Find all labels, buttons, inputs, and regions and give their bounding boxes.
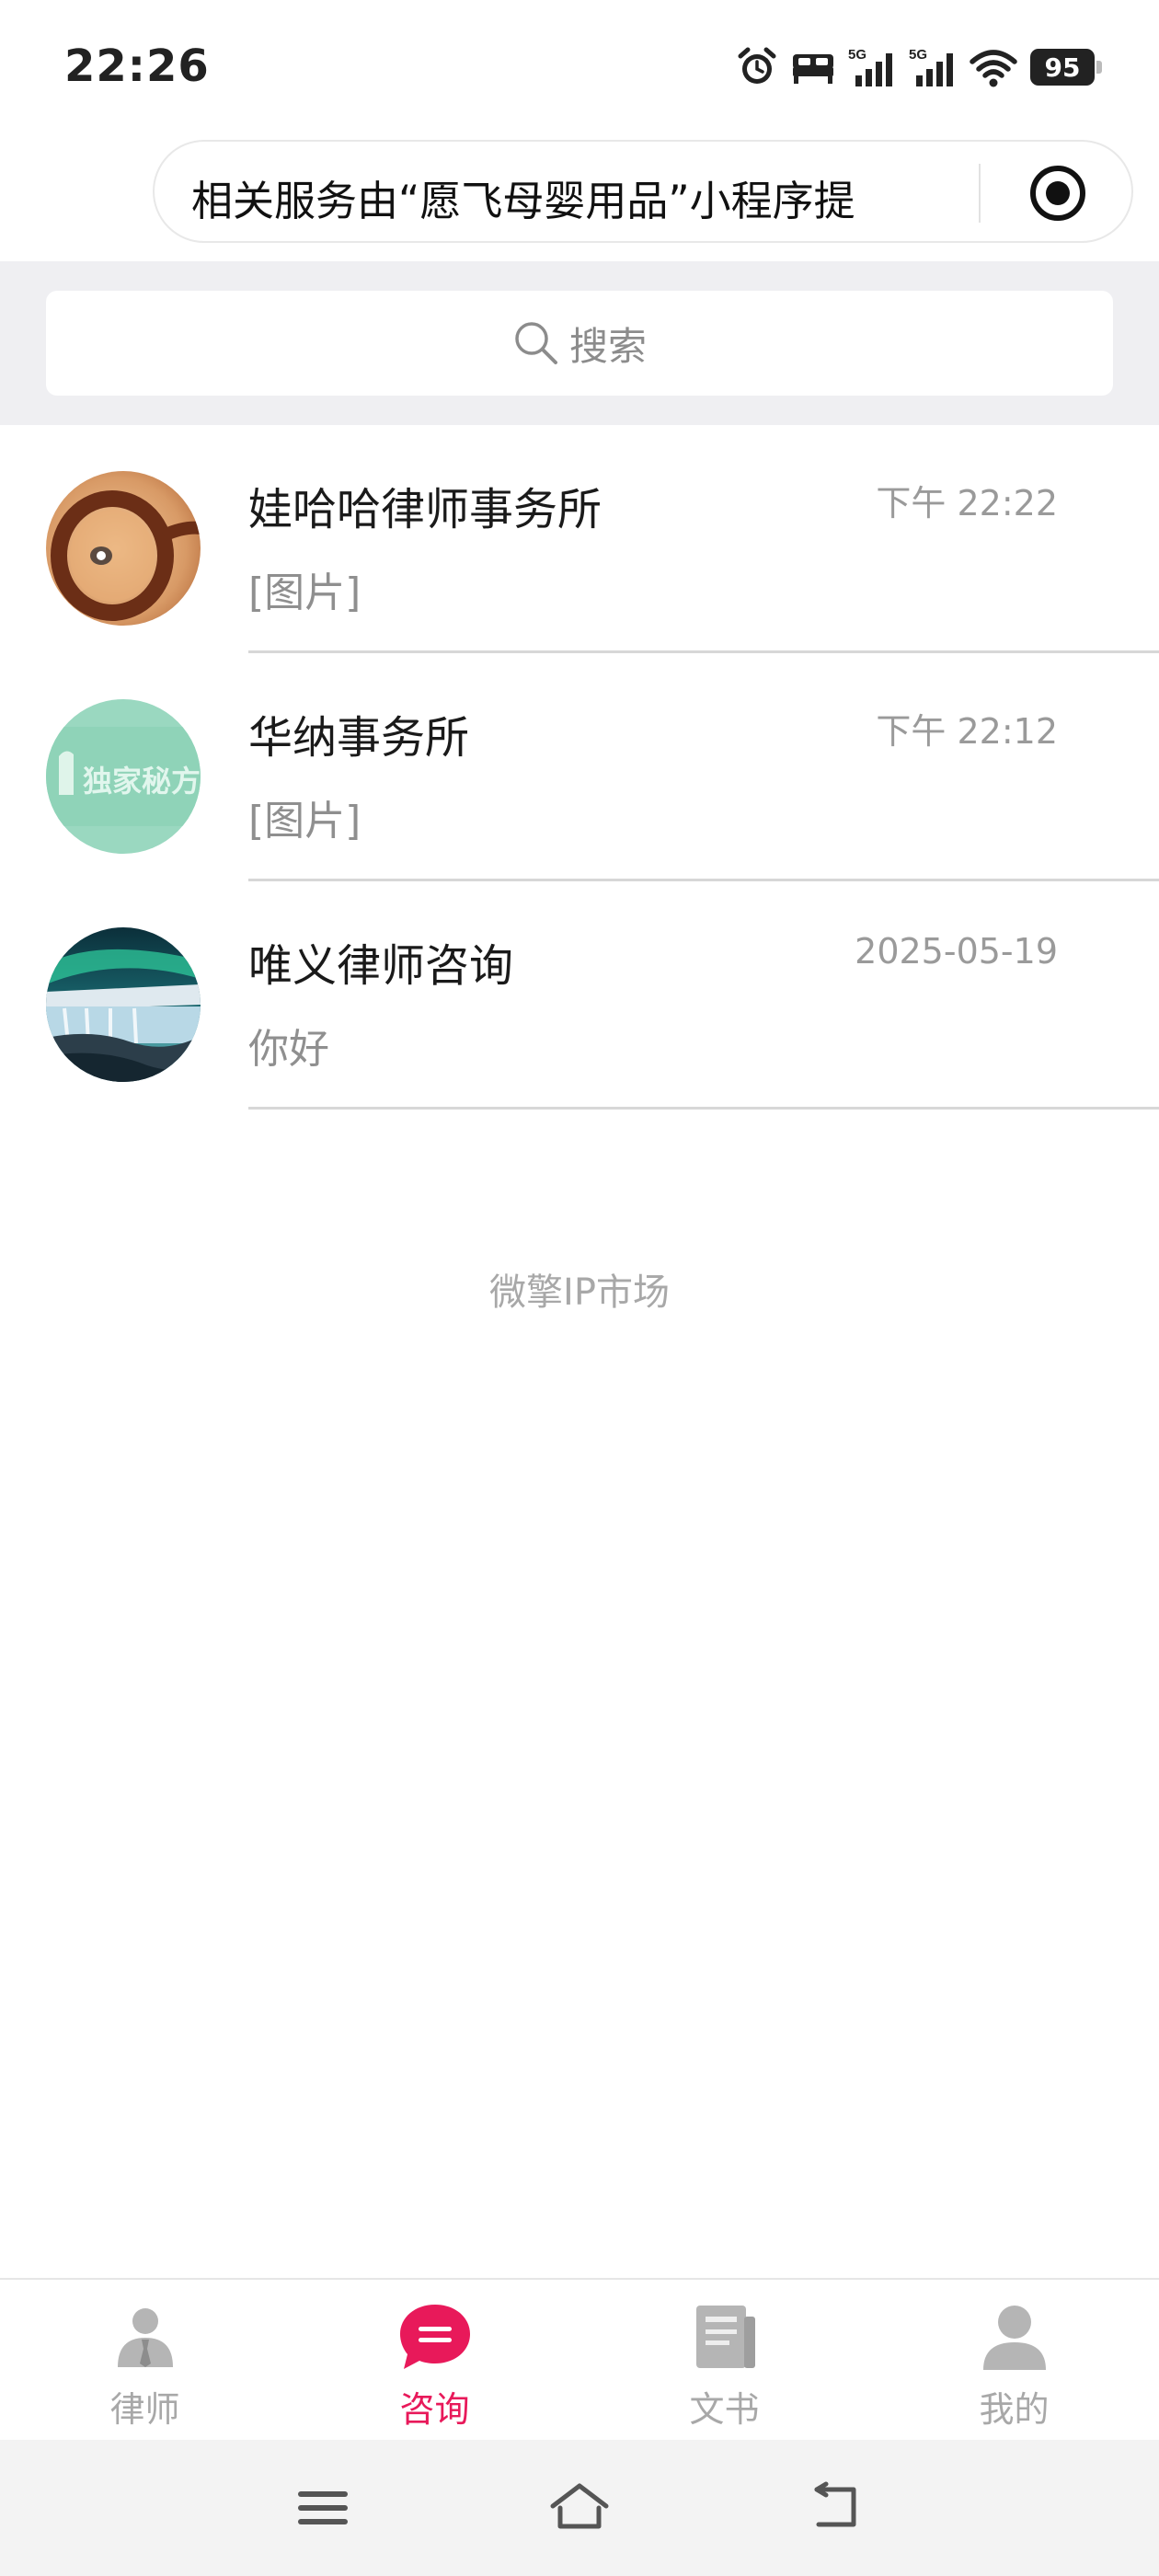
chat-bubble-icon xyxy=(396,2298,474,2375)
signal-5g-icon: 5G xyxy=(909,47,953,86)
chat-last-message: [图片] xyxy=(248,569,361,616)
capsule-divider xyxy=(979,164,981,223)
bed-icon xyxy=(793,54,833,84)
status-bar: 22:26 5G 5G 95 xyxy=(0,0,1159,138)
avatar xyxy=(46,471,201,626)
page: 22:26 5G 5G 95 相关服务由“愿飞母婴用品”小程序提 搜索 娃哈哈律… xyxy=(0,0,1159,2576)
svg-text:5G: 5G xyxy=(848,47,866,63)
tab-mine[interactable]: 我的 xyxy=(869,2280,1159,2440)
tab-label: 我的 xyxy=(979,2389,1050,2430)
battery-level: 95 xyxy=(1044,52,1081,83)
search-placeholder: 搜索 xyxy=(568,323,647,369)
chat-item[interactable]: 娃哈哈律师事务所 下午 22:22 [图片] xyxy=(0,425,1159,653)
chat-item[interactable]: 独家秘方 华纳事务所 下午 22:12 [图片] xyxy=(0,653,1159,881)
search-area: 搜索 xyxy=(0,261,1159,425)
green-badge-avatar: 独家秘方 xyxy=(46,699,201,854)
footer-brand-text: 微擎IP市场 xyxy=(489,1271,670,1314)
chat-last-message: 你好 xyxy=(248,1026,329,1073)
chat-time: 2025-05-19 xyxy=(855,931,1058,972)
tab-lawyer[interactable]: 律师 xyxy=(0,2280,290,2440)
search-input[interactable]: 搜索 xyxy=(46,291,1113,396)
capsule-notice-text: 相关服务由“愿飞母婴用品”小程序提 xyxy=(191,177,855,225)
svg-text:5G: 5G xyxy=(909,47,927,63)
svg-text:独家秘方: 独家秘方 xyxy=(83,764,201,799)
mini-program-capsule[interactable]: 相关服务由“愿飞母婴用品”小程序提 xyxy=(153,140,1133,243)
wifi-icon xyxy=(970,50,1017,87)
system-nav-bar xyxy=(0,2440,1159,2576)
waterfall-aurora-avatar xyxy=(46,927,201,1082)
tab-label: 文书 xyxy=(689,2389,760,2430)
chat-name: 唯义律师咨询 xyxy=(248,940,514,992)
chat-name: 娃哈哈律师事务所 xyxy=(248,484,602,535)
back-icon[interactable] xyxy=(806,2480,870,2536)
target-icon[interactable] xyxy=(1028,164,1087,223)
alarm-icon xyxy=(738,47,776,84)
avatar xyxy=(46,927,201,1082)
divider xyxy=(248,1107,1159,1110)
search-icon xyxy=(515,322,557,364)
chat-last-message: [图片] xyxy=(248,798,361,845)
tab-label: 咨询 xyxy=(399,2389,470,2430)
menu-icon[interactable] xyxy=(291,2480,355,2536)
user-icon xyxy=(976,2298,1053,2375)
tab-documents[interactable]: 文书 xyxy=(580,2280,869,2440)
tab-label: 律师 xyxy=(109,2389,180,2430)
chat-name: 华纳事务所 xyxy=(248,712,470,764)
bottom-tab-bar: 律师 咨询 文书 我的 xyxy=(0,2278,1159,2440)
chat-list: 娃哈哈律师事务所 下午 22:22 [图片] 独家秘方 华纳事务所 下午 22:… xyxy=(0,425,1159,1110)
chat-time: 下午 22:12 xyxy=(876,711,1058,752)
signal-5g-icon: 5G xyxy=(848,47,892,86)
chat-item[interactable]: 唯义律师咨询 2025-05-19 你好 xyxy=(0,881,1159,1110)
document-icon xyxy=(686,2298,763,2375)
home-icon[interactable] xyxy=(547,2480,612,2536)
status-icons: 5G 5G 95 xyxy=(736,44,1102,90)
tab-consult[interactable]: 咨询 xyxy=(290,2280,580,2440)
avatar: 独家秘方 xyxy=(46,699,201,854)
lawyer-icon xyxy=(107,2298,184,2375)
status-time: 22:26 xyxy=(64,40,210,92)
chat-time: 下午 22:22 xyxy=(876,483,1058,523)
battery-icon: 95 xyxy=(1030,49,1102,86)
glasses-avatar xyxy=(46,471,201,626)
